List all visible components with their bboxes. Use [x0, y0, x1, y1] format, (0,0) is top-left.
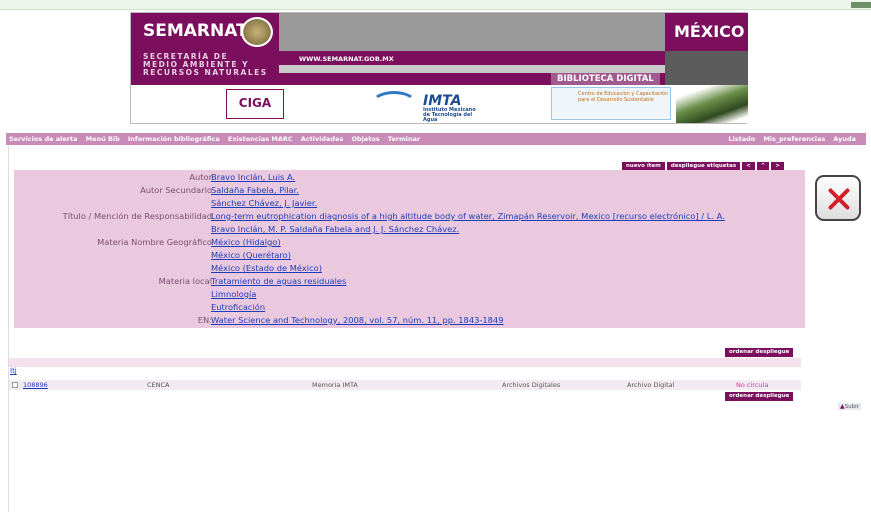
field-value-link[interactable]: Sánchez Chávez, J. Javier.	[211, 197, 317, 209]
field-value-link[interactable]: Bravo Inclán, M. P. Saldaña Fabela and J…	[211, 223, 459, 235]
item-collection: Memoria IMTA	[312, 381, 358, 389]
mexico-seal-icon	[241, 17, 273, 47]
item-type: Archivo Digital	[627, 381, 675, 389]
field-value-link[interactable]: Tratamiento de aguas residuales	[211, 275, 346, 287]
nav-item-alerts[interactable]: Servicios de alerta	[9, 135, 78, 143]
imta-logo[interactable]: IMTA Instituto Mexicano de Tecnología del…	[371, 89, 481, 123]
field-value-link[interactable]: Water Science and Technology, 2008, vol.…	[211, 314, 504, 326]
field-label: EN:	[197, 315, 212, 325]
field-label: Materia Nombre Geográfico	[97, 237, 212, 247]
record-detail-panel: Autor Bravo Inclán, Luis A. Autor Secunda…	[14, 170, 805, 328]
nav-item-list[interactable]: Listado	[728, 135, 755, 143]
nav-item-help[interactable]: Ayuda	[833, 135, 856, 143]
field-value-link[interactable]: Saldaña Fabela, Pilar.	[211, 184, 299, 196]
field-label: Autor	[189, 172, 212, 182]
field-value-link[interactable]: México (Hidalgo)	[211, 236, 281, 248]
secretaria-line: RECURSOS NATURALES	[143, 68, 268, 77]
field-value-link[interactable]: México (Estado de México)	[211, 262, 322, 274]
record-row: Título / Mención de Responsabilidad Long-…	[14, 210, 805, 222]
field-label: Autor Secundario	[140, 185, 212, 195]
item-location: Archivos Digitales	[502, 381, 561, 389]
secretaria-text: SECRETARÍA DE MEDIO AMBIENTE Y RECURSOS …	[143, 53, 268, 77]
field-value-link[interactable]: Eutroficación	[211, 301, 265, 313]
record-row: Autor Secundario Saldaña Fabela, Pilar.	[14, 184, 805, 196]
item-status: No circula	[736, 381, 769, 389]
banner-grey-band	[279, 65, 665, 73]
row-checkbox[interactable]	[12, 382, 18, 388]
scroll-top-link[interactable]: ▲Subir	[838, 403, 861, 410]
window-corner-mark	[851, 2, 871, 8]
order-display-button-bottom[interactable]: ordenar despliegue	[725, 392, 794, 401]
field-value-link[interactable]: Bravo Inclán, Luis A.	[211, 171, 295, 183]
website-link[interactable]: WWW.SEMARNAT.GOB.MX	[299, 55, 394, 63]
nav-item-preferences[interactable]: Mis_preferencias	[763, 135, 825, 143]
mexico-logo[interactable]: MÉXICO	[665, 13, 748, 51]
nav-item-finish[interactable]: Terminar	[388, 135, 420, 143]
field-label: Título / Mención de Responsabilidad	[62, 211, 212, 221]
record-row: México (Estado de México)	[14, 262, 805, 274]
order-display-button[interactable]: ordenar despliegue	[725, 348, 794, 357]
ciga-logo[interactable]: CIGA	[226, 89, 284, 119]
record-row: Sánchez Chávez, J. Javier.	[14, 197, 805, 209]
field-value-link[interactable]: Limnología	[211, 288, 256, 300]
record-row: Materia Nombre Geográfico México (Hidalgo…	[14, 236, 805, 248]
window-top-strip	[0, 0, 871, 10]
item-library: CENCA	[147, 381, 170, 389]
record-row: México (Querétaro)	[14, 249, 805, 261]
nav-right: Listado Mis_preferencias Ayuda	[728, 133, 862, 145]
record-row: Eutroficación	[14, 301, 805, 313]
imta-logo-subtitle: Instituto Mexicano de Tecnología del Agu…	[423, 107, 476, 123]
cecadesu-logo[interactable]: Centro de Educación y Capacitación para …	[551, 87, 671, 120]
record-row: EN: Water Science and Technology, 2008, v…	[14, 314, 805, 326]
holdings-header	[9, 358, 801, 367]
record-row: Materia local Tratamiento de aguas residu…	[14, 275, 805, 287]
nav-left: Servicios de alerta Menú Bib Información…	[9, 133, 426, 145]
item-id-link[interactable]: 108896	[23, 380, 48, 390]
nav-item-holdings[interactable]: Existencias MARC	[228, 135, 293, 143]
nav-item-objects[interactable]: Objetos	[351, 135, 379, 143]
record-row: Bravo Inclán, M. P. Saldaña Fabela and J…	[14, 223, 805, 235]
main-nav: Servicios de alerta Menú Bib Información…	[6, 133, 866, 145]
scroll-top-label: Subir	[844, 404, 859, 410]
partner-logos: CIGA IMTA Instituto Mexicano de Tecnologí…	[131, 85, 748, 123]
holdings-tab-link[interactable]: Ítj	[10, 367, 17, 375]
nav-item-activities[interactable]: Actividades	[301, 135, 344, 143]
record-row: Limnología	[14, 288, 805, 300]
nav-item-menu-bib[interactable]: Menú Bib	[86, 135, 120, 143]
nav-item-bib-info[interactable]: Información bibliográfica	[128, 135, 220, 143]
plant-image	[676, 85, 748, 123]
header-banner: SEMARNAT MÉXICO SECRETARÍA DE MEDIO AMBI…	[130, 12, 748, 124]
field-label: Materia local	[158, 276, 212, 286]
field-value-link[interactable]: Long-term eutrophication diagnosis of a …	[211, 210, 725, 222]
field-value-link[interactable]: México (Querétaro)	[211, 249, 291, 261]
pdf-icon[interactable]	[815, 175, 861, 221]
table-row: 108896 CENCA Memoria IMTA Archivos Digit…	[9, 380, 801, 390]
banner-right-block	[665, 51, 748, 85]
left-rule	[8, 146, 9, 512]
banner-center-band	[279, 13, 665, 51]
section-title: BIBLIOTECA DIGITAL	[551, 73, 660, 85]
record-row: Autor Bravo Inclán, Luis A.	[14, 171, 805, 183]
